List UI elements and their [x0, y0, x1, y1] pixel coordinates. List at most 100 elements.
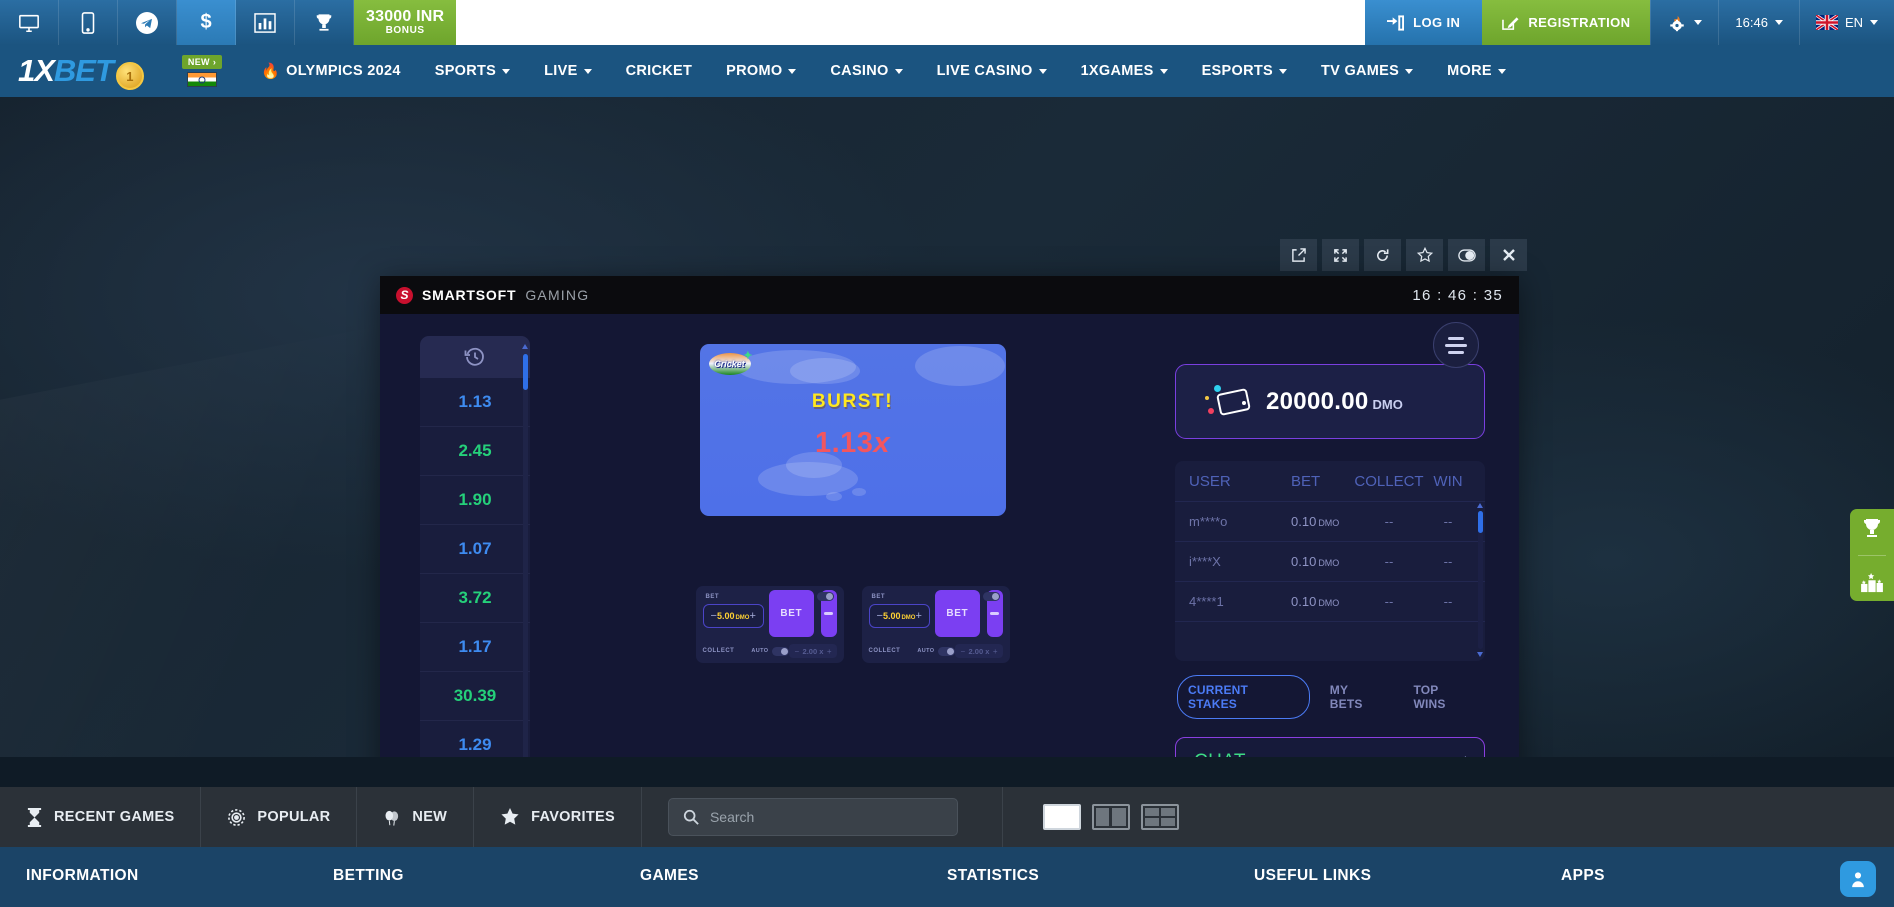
- language-button[interactable]: EN: [1799, 0, 1894, 45]
- history-list[interactable]: 1.13 2.45 1.90 1.07 3.72 1.17 30.39 1.29…: [420, 378, 530, 757]
- nav-item-sports[interactable]: SPORTS: [418, 45, 527, 97]
- close-icon[interactable]: [1490, 239, 1527, 271]
- scroll-up-arrow-icon[interactable]: [1477, 503, 1483, 508]
- nav-item-promo[interactable]: PROMO: [709, 45, 813, 97]
- increase-cashout-icon[interactable]: +: [993, 647, 998, 656]
- increase-bet-icon[interactable]: +: [749, 610, 755, 622]
- game-canvas[interactable]: Cricket ✦ BURST! 1.13x: [700, 344, 1006, 516]
- collect-auto-toggle[interactable]: AUTO: [917, 647, 955, 656]
- nav-item-cricket[interactable]: CRICKET: [609, 45, 710, 97]
- nav-item-1xgames[interactable]: 1XGAMES: [1064, 45, 1185, 97]
- toggle-mode-icon[interactable]: [1448, 239, 1485, 271]
- leaderboard-podium-icon[interactable]: [1860, 573, 1884, 593]
- scrollbar-thumb[interactable]: [1478, 511, 1483, 533]
- scrollbar-thumb[interactable]: [523, 354, 528, 390]
- view-mode-single[interactable]: [1043, 804, 1081, 830]
- toggle-switch[interactable]: [983, 592, 1000, 601]
- bet-amount-stepper[interactable]: − 5.00DMO +: [869, 604, 930, 628]
- history-item[interactable]: 1.13: [420, 378, 530, 427]
- balance-value-group: 20000.00DMO: [1266, 388, 1403, 416]
- nav-label: CASINO: [830, 63, 888, 79]
- open-external-icon[interactable]: [1280, 239, 1317, 271]
- view-mode-grid[interactable]: [1141, 804, 1179, 830]
- bonus-badge[interactable]: 33000 INR BONUS: [354, 0, 456, 45]
- tab-my-bets[interactable]: MY BETS: [1320, 676, 1394, 718]
- footer-heading: BETTING: [333, 867, 640, 885]
- nav-item-esports[interactable]: ESPORTS: [1185, 45, 1304, 97]
- nav-item-more[interactable]: MORE: [1430, 45, 1523, 97]
- tab-current-stakes[interactable]: CURRENT STAKES: [1177, 675, 1310, 719]
- scroll-down-arrow-icon[interactable]: [1477, 652, 1483, 657]
- scroll-up-arrow-icon[interactable]: [522, 344, 528, 349]
- mobile-icon[interactable]: [59, 0, 118, 45]
- language-label: EN: [1845, 15, 1863, 30]
- india-new-badge[interactable]: NEW›: [182, 55, 222, 87]
- history-item[interactable]: 2.45: [420, 427, 530, 476]
- bet-button-2[interactable]: BET: [935, 590, 980, 637]
- bottom-item-favorites[interactable]: FAVORITES: [474, 787, 642, 847]
- chat-panel[interactable]: CHAT: [1175, 737, 1485, 757]
- site-logo[interactable]: 1XBET 1: [18, 52, 144, 90]
- cell-collect: --: [1353, 554, 1425, 569]
- bet-amount-stepper[interactable]: − 5.00DMO +: [703, 604, 764, 628]
- settings-button[interactable]: [1650, 0, 1718, 45]
- bonus-amount: 33000 INR: [366, 9, 444, 26]
- trophy-icon[interactable]: [1861, 517, 1883, 539]
- clock-button[interactable]: 16:46: [1718, 0, 1799, 45]
- bottom-item-label: POPULAR: [257, 809, 330, 825]
- bottom-item-recent-games[interactable]: RECENT GAMES: [0, 787, 201, 847]
- bottom-item-popular[interactable]: POPULAR: [201, 787, 357, 847]
- history-item[interactable]: 1.17: [420, 623, 530, 672]
- increase-cashout-icon[interactable]: +: [827, 647, 832, 656]
- history-item[interactable]: 30.39: [420, 672, 530, 721]
- nav-item-olympics-2024[interactable]: 🔥 OLYMPICS 2024: [244, 45, 418, 97]
- torch-icon: 🔥: [261, 62, 280, 80]
- toggle-switch[interactable]: [772, 647, 789, 656]
- decrease-cashout-icon[interactable]: −: [794, 647, 799, 656]
- cell-collect: --: [1353, 594, 1425, 609]
- fullscreen-icon[interactable]: [1322, 239, 1359, 271]
- search-input[interactable]: Search: [668, 798, 958, 836]
- nav-item-live-casino[interactable]: LIVE CASINO: [920, 45, 1064, 97]
- dollar-icon[interactable]: $: [177, 0, 236, 45]
- scrollbar-track[interactable]: [523, 354, 528, 757]
- stakes-scrollbar[interactable]: [1478, 503, 1483, 657]
- toggle-switch[interactable]: [817, 592, 834, 601]
- support-chat-button[interactable]: [1840, 861, 1876, 897]
- registration-button[interactable]: REGISTRATION: [1482, 0, 1650, 45]
- favorite-star-icon[interactable]: [1406, 239, 1443, 271]
- side-promo-widget[interactable]: [1850, 509, 1894, 601]
- bottom-item-label: FAVORITES: [531, 809, 615, 825]
- game-menu-button[interactable]: [1433, 322, 1479, 368]
- history-header[interactable]: [420, 336, 530, 378]
- search-placeholder: Search: [710, 809, 754, 825]
- history-item[interactable]: 1.29: [420, 721, 530, 757]
- tab-top-wins[interactable]: TOP WINS: [1403, 676, 1483, 718]
- increase-bet-icon[interactable]: +: [915, 610, 921, 622]
- nav-item-live[interactable]: LIVE: [527, 45, 608, 97]
- history-item[interactable]: 1.90: [420, 476, 530, 525]
- bottom-item-new[interactable]: NEW: [357, 787, 474, 847]
- toggle-switch[interactable]: [938, 647, 955, 656]
- nav-item-casino[interactable]: CASINO: [813, 45, 919, 97]
- burst-status-text: BURST!: [700, 391, 1006, 413]
- view-mode-two-column[interactable]: [1092, 804, 1130, 830]
- cashout-stepper-1[interactable]: − 2.00 x +: [789, 644, 836, 658]
- history-scrollbar[interactable]: [523, 344, 528, 757]
- login-button[interactable]: LOG IN: [1365, 0, 1482, 45]
- collect-auto-toggle[interactable]: AUTO: [751, 647, 789, 656]
- history-item[interactable]: 3.72: [420, 574, 530, 623]
- bet-button-1[interactable]: BET: [769, 590, 814, 637]
- statistics-bars-icon[interactable]: [236, 0, 295, 45]
- reload-icon[interactable]: [1364, 239, 1401, 271]
- telegram-icon[interactable]: [118, 0, 177, 45]
- nav-item-tv-games[interactable]: TV GAMES: [1304, 45, 1430, 97]
- decrease-cashout-icon[interactable]: −: [960, 647, 965, 656]
- trophy-icon[interactable]: [295, 0, 354, 45]
- support-agent-icon: [1849, 870, 1867, 888]
- cashout-stepper-2[interactable]: − 2.00 x +: [955, 644, 1002, 658]
- desktop-icon[interactable]: [0, 0, 59, 45]
- chat-collapse-arrow-icon[interactable]: [1457, 756, 1466, 757]
- history-item[interactable]: 1.07: [420, 525, 530, 574]
- cricket-logo-text: Cricket: [714, 359, 745, 369]
